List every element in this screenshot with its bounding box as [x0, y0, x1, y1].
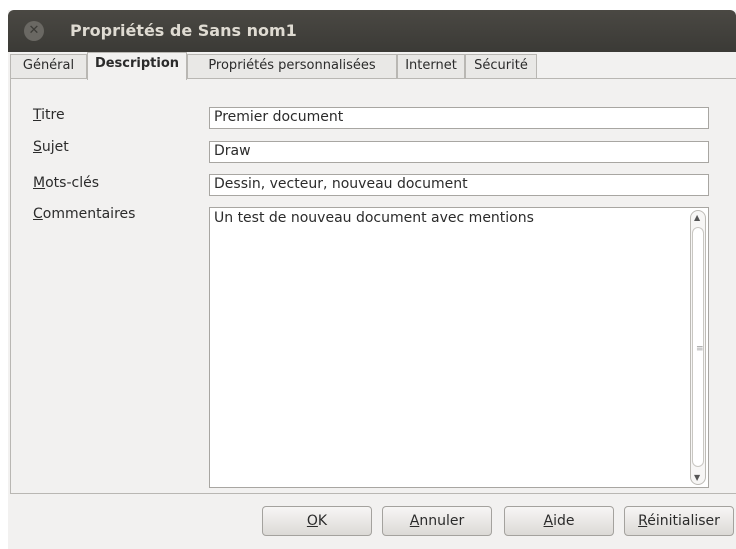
keywords-label: Mots-clés — [33, 175, 99, 191]
ok-button[interactable]: OK — [262, 506, 372, 536]
title-label: Titre — [33, 107, 65, 123]
subject-label: Sujet — [33, 139, 69, 155]
tab-internet[interactable]: Internet — [397, 54, 465, 78]
tab-description[interactable]: Description — [87, 52, 187, 80]
grip-icon: ≡ — [696, 344, 704, 354]
comments-label: Commentaires — [33, 206, 136, 222]
tab-custom-properties[interactable]: Propriétés personnalisées — [187, 54, 397, 78]
reset-button[interactable]: Réinitialiser — [624, 506, 734, 536]
description-panel: Titre Premier document Sujet Draw Mots-c… — [10, 78, 736, 494]
dialog-title: Propriétés de Sans nom1 — [70, 21, 297, 40]
close-icon[interactable]: ✕ — [24, 21, 44, 41]
tab-general[interactable]: Général — [10, 54, 87, 78]
scroll-up-icon[interactable]: ▲ — [694, 213, 700, 222]
scroll-down-icon[interactable]: ▼ — [694, 473, 700, 482]
title-field[interactable]: Premier document — [209, 107, 709, 129]
tab-security[interactable]: Sécurité — [465, 54, 537, 78]
keywords-field[interactable]: Dessin, vecteur, nouveau document — [209, 174, 709, 196]
subject-field[interactable]: Draw — [209, 141, 709, 163]
cancel-button[interactable]: Annuler — [382, 506, 492, 536]
comments-textarea[interactable]: Un test de nouveau document avec mention… — [209, 207, 709, 488]
comments-text: Un test de nouveau document avec mention… — [214, 210, 534, 226]
comments-scrollbar[interactable]: ▲ ≡ ▼ — [690, 210, 706, 485]
scrollbar-thumb[interactable]: ≡ — [692, 227, 704, 467]
help-button[interactable]: Aide — [504, 506, 614, 536]
title-bar: ✕ Propriétés de Sans nom1 — [8, 10, 736, 52]
